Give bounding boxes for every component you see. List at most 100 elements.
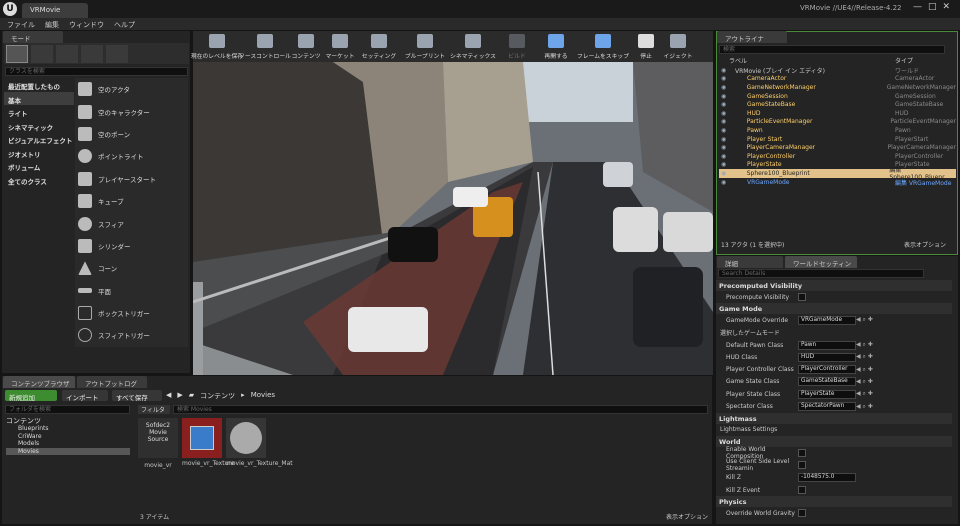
outliner-row[interactable]: ◉ PlayerCameraManager PlayerCameraManager	[719, 143, 956, 152]
breadcrumb-movies[interactable]: Movies	[251, 391, 275, 401]
outliner-row[interactable]: ◉ PlayerController PlayerController	[719, 152, 956, 161]
category-all-classes[interactable]: 全てのクラス	[4, 173, 74, 187]
item-cylinder[interactable]: シリンダー	[75, 235, 188, 257]
outliner-row[interactable]: ◉ CameraActor CameraActor	[719, 75, 956, 84]
landscape-mode-icon[interactable]	[56, 45, 78, 63]
back-arrow-icon[interactable]: ◀	[166, 391, 171, 401]
category-cinematic[interactable]: シネマティック	[4, 119, 74, 133]
asset-movie-vr-texture[interactable]: movie_vr_Texture	[182, 418, 234, 474]
class-dropdown[interactable]: SpectatorPawn	[798, 402, 856, 412]
outliner-row[interactable]: ◉ GameNetworkManager GameNetworkManager	[719, 83, 956, 92]
outliner-view-options[interactable]: 表示オプション	[904, 240, 946, 249]
category-vfx[interactable]: ビジュアルエフェクト	[4, 132, 74, 146]
unreal-logo-icon[interactable]: U	[3, 2, 17, 16]
tree-folder-criware[interactable]: CriWare	[6, 433, 130, 441]
details-section-header[interactable]: Physics	[716, 496, 952, 508]
class-dropdown[interactable]: GameStateBase	[798, 377, 856, 387]
outliner-tab[interactable]: アウトライナ	[717, 31, 787, 43]
browse-use-icon[interactable]: ◀ ⌕ ✚	[856, 353, 873, 361]
visibility-eye-icon[interactable]: ◉	[719, 93, 729, 100]
maximize-button[interactable]: □	[928, 2, 937, 15]
forward-arrow-icon[interactable]: ▶	[177, 391, 182, 401]
type-column[interactable]: タイプ	[895, 56, 913, 65]
details-section-header[interactable]: Lightmass	[716, 412, 952, 424]
browse-use-icon[interactable]: ◀ ⌕ ✚	[856, 403, 873, 411]
number-field[interactable]: -1048575.0	[798, 473, 856, 483]
item-cube[interactable]: キューブ	[75, 190, 188, 212]
property-checkbox[interactable]	[798, 449, 806, 458]
class-search-input[interactable]: クラスを検索	[5, 67, 188, 76]
outliner-row[interactable]: ◉ VRMovie (プレイ イン エディタ) ワールド	[719, 66, 956, 75]
visibility-eye-icon[interactable]: ◉	[719, 127, 729, 134]
item-empty-pawn[interactable]: 空のポーン	[75, 123, 188, 145]
visibility-eye-icon[interactable]: ◉	[719, 67, 729, 74]
visibility-eye-icon[interactable]: ◉	[719, 118, 729, 125]
item-cone[interactable]: コーン	[75, 257, 188, 279]
close-button[interactable]: ✕	[943, 2, 951, 15]
outliner-search-input[interactable]: 検索	[719, 45, 945, 54]
browse-use-icon[interactable]: ◀ ⌕ ✚	[856, 390, 873, 398]
world-settings-tab[interactable]: ワールドセッティング	[785, 256, 857, 278]
label-column[interactable]: ラベル	[719, 56, 895, 65]
content-browser-tab[interactable]: コンテンツブラウザ	[3, 376, 75, 388]
item-point-light[interactable]: ポイントライト	[75, 145, 188, 167]
visibility-eye-icon[interactable]: ◉	[719, 75, 729, 82]
visibility-eye-icon[interactable]: ◉	[719, 101, 729, 108]
outliner-row[interactable]: ◉ HUD HUD	[719, 109, 956, 118]
item-sphere-trigger[interactable]: スフィアトリガー	[75, 324, 188, 346]
outliner-row[interactable]: ◉ Pawn Pawn	[719, 126, 956, 135]
outliner-row[interactable]: ◉ GameStateBase GameStateBase	[719, 100, 956, 109]
details-section-header[interactable]: Game Mode	[716, 303, 952, 315]
outliner-row[interactable]: ◉ Sphere100_Blueprint 編集 Sphere100_Bluepr	[719, 167, 956, 181]
menu-file[interactable]: ファイル	[7, 20, 35, 30]
class-dropdown[interactable]: HUD	[798, 352, 856, 362]
import-button[interactable]: インポート	[62, 390, 108, 402]
level-tab[interactable]: VRMovie	[22, 3, 88, 18]
visibility-eye-icon[interactable]: ◉	[719, 110, 729, 117]
menu-window[interactable]: ウィンドウ	[69, 20, 104, 30]
outliner-row[interactable]: ◉ GameSession GameSession	[719, 92, 956, 101]
property-checkbox[interactable]	[798, 461, 806, 470]
visibility-eye-icon[interactable]: ◉	[719, 136, 729, 143]
outliner-row[interactable]: ◉ ParticleEventManager ParticleEventManage…	[719, 118, 956, 127]
category-lights[interactable]: ライト	[4, 105, 74, 119]
visibility-eye-icon[interactable]: ◉	[719, 84, 729, 91]
menu-help[interactable]: ヘルプ	[114, 20, 135, 30]
level-viewport[interactable]	[193, 62, 713, 375]
asset-movie-vr-texture-mat[interactable]: movie_vr_Texture_Mat	[226, 418, 293, 474]
asset-search-input[interactable]: 検索 Movies	[173, 405, 708, 414]
breadcrumb-content[interactable]: コンテンツ	[200, 391, 235, 401]
menu-edit[interactable]: 編集	[45, 20, 59, 30]
save-all-button[interactable]: すべて保存	[112, 390, 162, 402]
property-checkbox[interactable]	[798, 486, 806, 494]
folder-search-input[interactable]: フォルダを検索	[5, 405, 130, 414]
details-search-input[interactable]: Search Details	[718, 269, 924, 278]
class-dropdown[interactable]: PlayerController	[798, 365, 856, 375]
category-geometry[interactable]: ジオメトリ	[4, 146, 74, 160]
tree-folder-models[interactable]: Models	[6, 440, 130, 448]
visibility-eye-icon[interactable]: ◉	[719, 179, 729, 186]
foliage-mode-icon[interactable]	[81, 45, 103, 63]
property-checkbox[interactable]	[798, 293, 806, 302]
browse-use-icon[interactable]: ◀ ⌕ ✚	[856, 378, 873, 386]
modes-tab[interactable]: モード	[3, 31, 63, 43]
item-sphere[interactable]: スフィア	[75, 212, 188, 234]
item-plane[interactable]: 平面	[75, 280, 188, 302]
tree-folder-blueprints[interactable]: Blueprints	[6, 425, 130, 433]
category-recent[interactable]: 最近配置したもの	[4, 78, 74, 92]
visibility-eye-icon[interactable]: ◉	[719, 144, 729, 151]
browse-use-icon[interactable]: ◀ ⌕ ✚	[856, 316, 873, 324]
tree-root-content[interactable]: コンテンツ	[6, 416, 130, 425]
item-empty-actor[interactable]: 空のアクタ	[75, 78, 188, 100]
details-section-header[interactable]: Precomputed Visibility	[716, 280, 952, 291]
item-box-trigger[interactable]: ボックストリガー	[75, 302, 188, 324]
tree-folder-movies[interactable]: Movies	[6, 447, 130, 455]
asset-movie-vr[interactable]: Sofdec2 Movie Source movie_vr	[138, 418, 178, 474]
class-dropdown[interactable]: Pawn	[798, 340, 856, 350]
minimize-button[interactable]: —	[913, 2, 922, 15]
browse-use-icon[interactable]: ◀ ⌕ ✚	[856, 341, 873, 349]
output-log-tab[interactable]: アウトプットログ	[77, 376, 147, 388]
category-basic[interactable]: 基本	[4, 91, 74, 105]
details-tab[interactable]: 詳細	[717, 256, 783, 268]
outliner-row[interactable]: ◉ VRGameMode 編集 VRGameMode	[719, 178, 956, 187]
